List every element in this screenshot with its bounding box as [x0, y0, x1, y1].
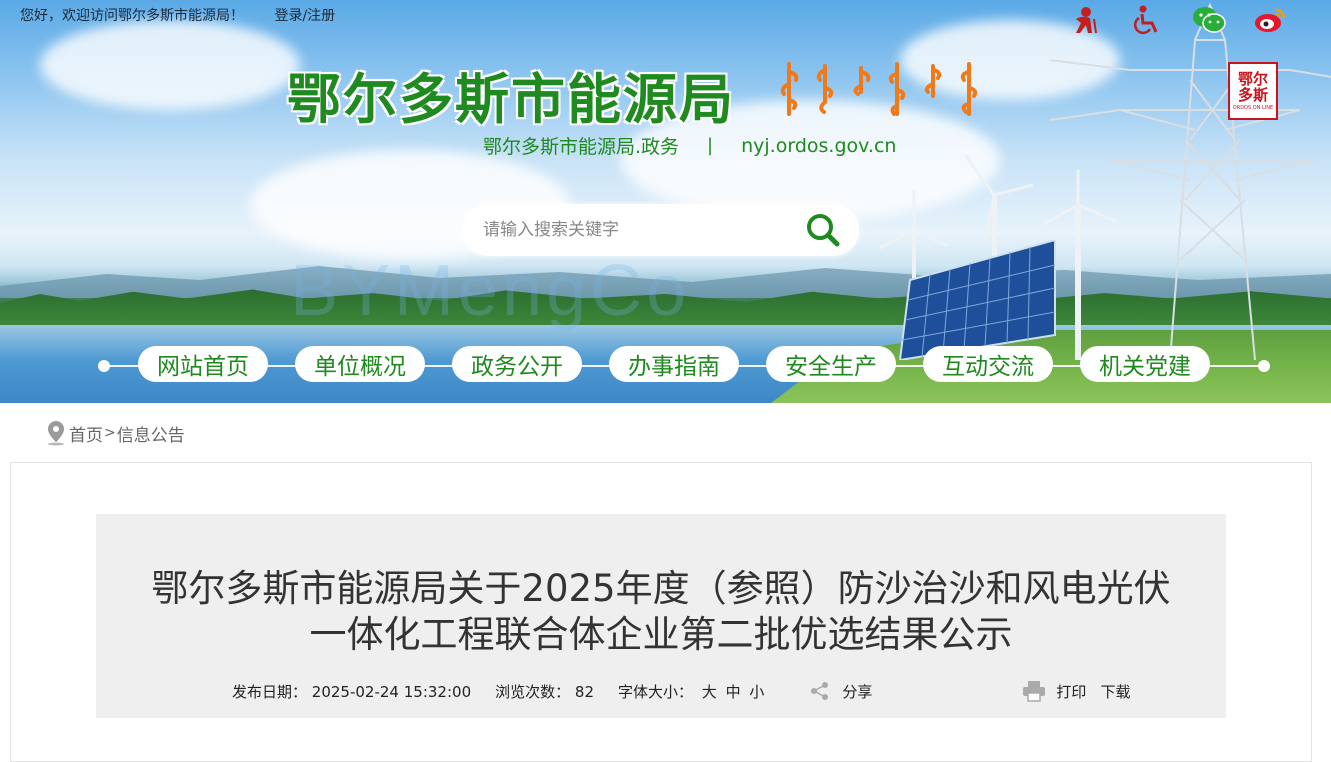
- mongolian-script-title: [778, 62, 980, 116]
- search-input[interactable]: [483, 220, 803, 240]
- nav-item-service-guide[interactable]: 办事指南: [609, 346, 739, 382]
- article-title-line1: 鄂尔多斯市能源局关于2025年度（参照）防沙治沙和风电光伏: [151, 567, 1171, 610]
- breadcrumb-current[interactable]: 信息公告: [117, 421, 185, 446]
- article-title: 鄂尔多斯市能源局关于2025年度（参照）防沙治沙和风电光伏 一体化工程联合体企业…: [96, 566, 1226, 658]
- wechat-icon[interactable]: [1189, 2, 1229, 38]
- top-bar: 您好，欢迎访问鄂尔多斯市能源局！ 登录/注册: [20, 5, 361, 25]
- subtitle-domain: nyj.ordos.gov.cn: [741, 134, 897, 157]
- subtitle-name: 鄂尔多斯市能源局.政务: [483, 136, 680, 158]
- logo-text-line2: 多斯: [1237, 86, 1268, 104]
- logo-subtext: ORDOS ON LINE: [1232, 105, 1274, 111]
- top-icon-bar: [1065, 2, 1291, 38]
- elderly-mode-icon[interactable]: [1065, 2, 1105, 38]
- breadcrumb-home[interactable]: 首页: [69, 421, 103, 446]
- share-button[interactable]: 分享: [810, 681, 872, 702]
- font-size-small[interactable]: 小: [749, 683, 764, 701]
- publish-date-value: 2025-02-24 15:32:00: [311, 682, 472, 701]
- publish-date-label: 发布日期：: [232, 682, 308, 701]
- nav-dot: [98, 360, 110, 372]
- solar-panel-illustration: [898, 240, 1056, 360]
- nav-item-safety[interactable]: 安全生产: [766, 346, 896, 382]
- accessibility-icon[interactable]: [1127, 2, 1167, 38]
- breadcrumb: 首页 > 信息公告: [45, 420, 185, 446]
- site-title: 鄂尔多斯市能源局: [287, 68, 735, 131]
- article-meta: 发布日期： 2025-02-24 15:32:00 浏览次数： 82 字体大小：…: [232, 680, 1130, 702]
- main-nav: 网站首页 单位概况 政务公开 办事指南 安全生产 互动交流 机关党建: [138, 346, 1210, 382]
- font-size-medium[interactable]: 中: [726, 683, 741, 701]
- login-register-link[interactable]: 登录/注册: [274, 8, 335, 24]
- nav-item-home[interactable]: 网站首页: [138, 346, 268, 382]
- publish-date: 发布日期： 2025-02-24 15:32:00: [232, 681, 471, 702]
- font-size-label: 字体大小：: [618, 682, 694, 701]
- nav-item-public-affairs[interactable]: 政务公开: [452, 346, 582, 382]
- print-label: 打印: [1056, 682, 1087, 701]
- article-title-line2: 一体化工程联合体企业第二批优选结果公示: [309, 613, 1013, 656]
- nav-item-party[interactable]: 机关党建: [1080, 346, 1210, 382]
- watermark: BYMengCo: [290, 251, 691, 331]
- view-count-value: 82: [574, 682, 594, 701]
- view-count-label: 浏览次数：: [495, 682, 571, 701]
- nav-dot: [1258, 360, 1270, 372]
- breadcrumb-separator: >: [104, 425, 116, 441]
- printer-icon: [1023, 681, 1046, 702]
- search-icon: [807, 214, 840, 247]
- font-size-control: 字体大小： 大 中 小: [618, 681, 764, 702]
- print-button[interactable]: 打印: [1022, 680, 1086, 702]
- subtitle-separator: |: [707, 135, 714, 156]
- font-size-large[interactable]: 大: [702, 683, 717, 701]
- nav-item-interaction[interactable]: 互动交流: [923, 346, 1053, 382]
- weibo-icon[interactable]: [1251, 2, 1291, 38]
- search-button[interactable]: [805, 212, 841, 248]
- logo-text-line1: 鄂尔: [1237, 70, 1268, 88]
- view-count: 浏览次数： 82: [495, 681, 594, 702]
- nav-item-overview[interactable]: 单位概况: [295, 346, 425, 382]
- greeting-text: 您好，欢迎访问鄂尔多斯市能源局！: [20, 8, 244, 24]
- site-subtitle: 鄂尔多斯市能源局.政务 | nyj.ordos.gov.cn: [483, 132, 896, 159]
- share-icon: [811, 682, 829, 700]
- search-box: [463, 204, 859, 256]
- location-pin-icon: [48, 421, 64, 446]
- download-button[interactable]: 下载: [1100, 681, 1130, 702]
- ordos-online-logo[interactable]: 鄂尔 多斯 ORDOS ON LINE: [1228, 62, 1278, 120]
- share-label: 分享: [842, 682, 873, 701]
- cloud: [40, 20, 300, 110]
